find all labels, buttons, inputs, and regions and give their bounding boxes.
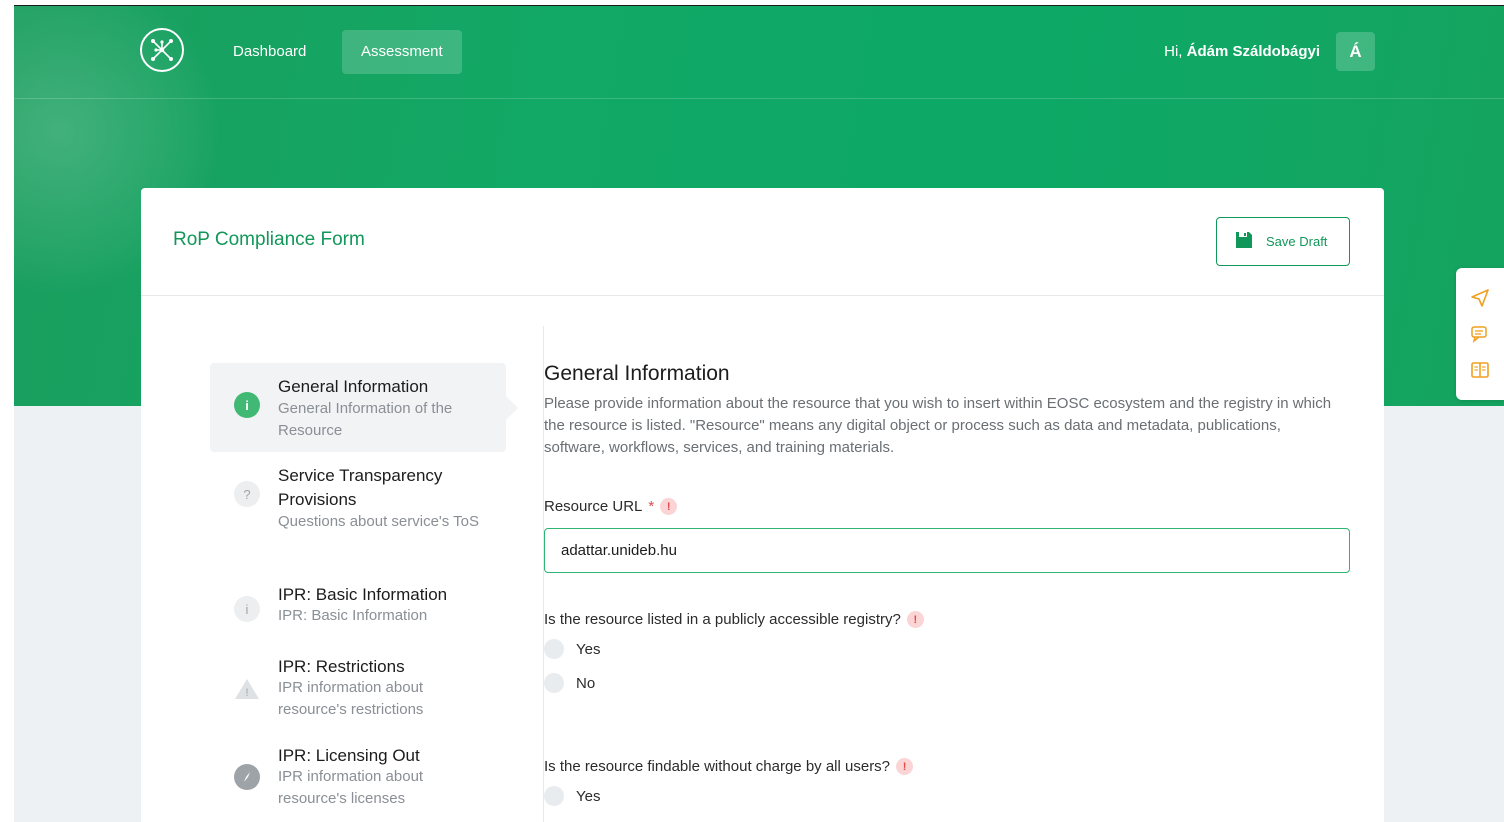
exclamation-icon[interactable]: ! xyxy=(906,611,924,628)
form-header: RoP Compliance Form Save Draft xyxy=(141,188,1384,296)
user-name: Ádám Száldobágyi xyxy=(1186,43,1320,60)
info-icon: i xyxy=(234,392,260,418)
findable-question-text: Is the resource findable without charge … xyxy=(544,758,891,775)
registry-yes-option[interactable]: Yes xyxy=(544,639,600,659)
step-title: General Information xyxy=(278,377,429,396)
step-ipr-restrictions[interactable]: ! IPR: Restrictions IPR information abou… xyxy=(210,655,506,725)
svg-text:!: ! xyxy=(245,687,248,699)
step-ipr-basic-information[interactable]: i IPR: Basic Information IPR: Basic Info… xyxy=(210,583,506,633)
form-title: RoP Compliance Form xyxy=(173,229,365,250)
step-general-information[interactable]: i General Information General Informatio… xyxy=(210,363,518,452)
step-subtitle: IPR: Basic Information xyxy=(278,607,428,624)
step-title: IPR: Basic Information xyxy=(278,585,448,604)
nav-dashboard-link[interactable]: Dashboard xyxy=(214,30,325,74)
send-icon[interactable] xyxy=(1469,287,1491,309)
info-icon: i xyxy=(234,596,260,622)
findable-question-label: Is the resource findable without charge … xyxy=(544,758,914,775)
step-ipr-licensing-out[interactable]: IPR: Licensing Out IPR information about… xyxy=(210,744,506,814)
nav-assessment-link[interactable]: Assessment xyxy=(342,30,462,74)
resource-url-input[interactable] xyxy=(544,528,1350,573)
radio-button[interactable] xyxy=(544,673,564,693)
option-label: Yes xyxy=(576,787,601,805)
exclamation-icon[interactable]: ! xyxy=(896,758,914,775)
save-draft-button[interactable]: Save Draft xyxy=(1216,217,1350,266)
greeting-prefix: Hi, xyxy=(1164,43,1183,60)
side-widget-panel xyxy=(1456,268,1504,400)
registry-question-label: Is the resource listed in a publicly acc… xyxy=(544,611,924,628)
resource-url-label: Resource URL * ! xyxy=(544,498,678,515)
step-title: Service Transparency Provisions xyxy=(278,466,443,509)
exclamation-icon[interactable]: ! xyxy=(660,498,678,515)
form-card: RoP Compliance Form Save Draft i General… xyxy=(141,188,1384,822)
warning-icon: ! xyxy=(234,676,260,702)
step-title: IPR: Restrictions xyxy=(278,657,405,676)
registry-question-text: Is the resource listed in a publicly acc… xyxy=(544,611,901,628)
required-asterisk: * xyxy=(648,498,655,515)
question-icon: ? xyxy=(234,481,260,507)
floppy-disk-icon xyxy=(1234,230,1254,253)
findable-yes-option[interactable]: Yes xyxy=(544,786,600,806)
step-service-transparency[interactable]: ? Service Transparency Provisions Questi… xyxy=(210,464,506,564)
step-subtitle: Questions about service's ToS xyxy=(278,513,480,530)
top-navigation: Dashboard Assessment Hi, Ádám Száldobágy… xyxy=(14,6,1504,98)
step-subtitle: IPR information about resource's restric… xyxy=(278,679,424,718)
step-subtitle: IPR information about resource's license… xyxy=(278,768,424,807)
section-description: Please provide information about the res… xyxy=(544,395,1332,456)
option-label: No xyxy=(576,674,596,692)
step-title: IPR: Licensing Out xyxy=(278,746,420,765)
radio-button[interactable] xyxy=(544,786,564,806)
radio-button[interactable] xyxy=(544,639,564,659)
step-subtitle: General Information of the Resource xyxy=(278,400,453,439)
option-label: Yes xyxy=(576,640,601,658)
app-logo-icon[interactable] xyxy=(140,28,184,72)
resource-url-label-text: Resource URL xyxy=(544,498,643,515)
book-icon[interactable] xyxy=(1469,359,1491,381)
chat-icon[interactable] xyxy=(1469,323,1491,345)
compass-icon xyxy=(234,764,260,790)
registry-no-option[interactable]: No xyxy=(544,673,595,693)
section-title: General Information xyxy=(544,362,730,385)
user-avatar[interactable]: Á xyxy=(1336,32,1375,71)
user-greeting: Hi, Ádám Száldobágyi xyxy=(1164,30,1320,74)
save-draft-label: Save Draft xyxy=(1266,234,1328,249)
